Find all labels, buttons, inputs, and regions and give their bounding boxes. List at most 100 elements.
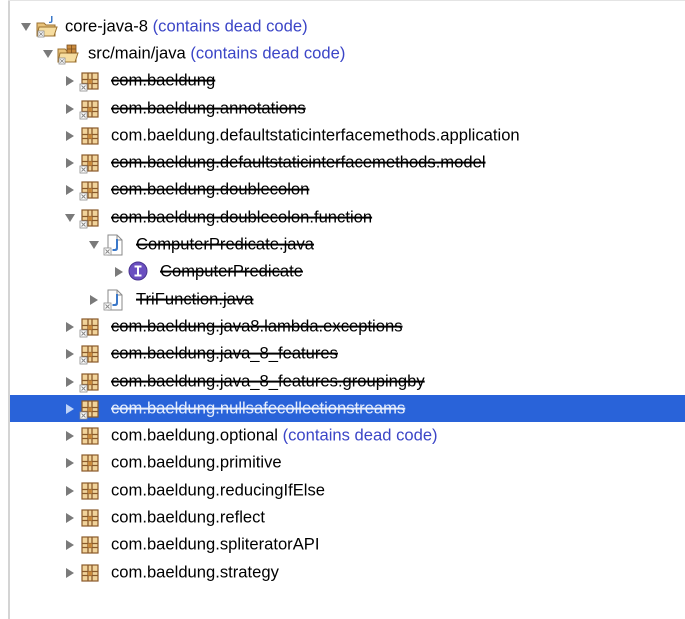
tree-row-source-folder[interactable]: src/main/java (contains dead code) [10, 40, 685, 67]
tree-item-name: com.baeldung.java8.lambda.exceptions [111, 316, 403, 336]
tree-item-label: com.baeldung.java_8_features.groupingby [111, 371, 425, 391]
chevron-right-icon[interactable] [63, 320, 77, 334]
tree-item-name: com.baeldung.java_8_features [111, 343, 338, 363]
tree-row[interactable]: com.baeldung [10, 68, 685, 95]
chevron-right-icon[interactable] [63, 402, 77, 416]
project-icon [35, 15, 59, 39]
chevron-right-icon[interactable] [63, 129, 77, 143]
chevron-right-icon[interactable] [63, 566, 77, 580]
package-icon [78, 424, 102, 448]
tree-item-name: ComputerPredicate [160, 261, 303, 281]
package-icon [78, 151, 102, 175]
source-folder-icon [56, 42, 80, 66]
package-icon [78, 370, 102, 394]
tree-item-name: com.baeldung.reducingIfElse [111, 480, 326, 500]
tree-item-label: com.baeldung.defaultstaticinterfacemetho… [111, 153, 486, 173]
tree-item-label: com.baeldung.primitive [111, 453, 282, 473]
tree-item-name: com.baeldung.spliteratorAPI [111, 534, 320, 554]
tree-item-label: ComputerPredicate [160, 262, 303, 282]
chevron-right-icon[interactable] [63, 74, 77, 88]
dead-code-badge: (contains dead code) [282, 425, 438, 445]
tree-row[interactable]: com.baeldung.strategy [10, 559, 685, 586]
package-icon [78, 206, 102, 230]
tree-row[interactable]: com.baeldung.reducingIfElse [10, 477, 685, 504]
tree-item-name: ComputerPredicate.java [136, 234, 315, 254]
tree-row[interactable]: com.baeldung.primitive [10, 450, 685, 477]
tree-row-project[interactable]: core-java-8 (contains dead code) [10, 13, 685, 40]
tree-item-name: com.baeldung.java_8_features.groupingby [111, 371, 425, 391]
chevron-right-icon[interactable] [63, 102, 77, 116]
tree-item-label: com.baeldung.reducingIfElse [111, 480, 325, 500]
tree-item-name: com.baeldung [111, 70, 216, 90]
chevron-right-icon[interactable] [112, 265, 126, 279]
chevron-down-icon[interactable] [41, 47, 55, 61]
package-icon [78, 561, 102, 585]
tree-item-name: com.baeldung.doublecolon.function [111, 207, 373, 227]
project-dead-code-badge: (contains dead code) [152, 16, 308, 36]
interface-icon [126, 260, 150, 284]
tree-row[interactable]: com.baeldung.reflect [10, 504, 685, 531]
package-icon [78, 178, 102, 202]
tree-row[interactable]: com.baeldung.spliteratorAPI [10, 532, 685, 559]
tree-row[interactable]: com.baeldung.java_8_features.groupingby [10, 368, 685, 395]
tree-item-name: com.baeldung.defaultstaticinterfacemetho… [111, 152, 486, 172]
chevron-right-icon[interactable] [63, 538, 77, 552]
package-icon [78, 506, 102, 530]
chevron-right-icon[interactable] [63, 429, 77, 443]
tree-row[interactable]: com.baeldung.annotations [10, 95, 685, 122]
chevron-right-icon[interactable] [63, 511, 77, 525]
package-icon [78, 315, 102, 339]
chevron-down-icon[interactable] [19, 20, 33, 34]
tree-item-label: com.baeldung.doublecolon [111, 180, 309, 200]
tree-row-selected[interactable]: com.baeldung.nullsafecollectionstreams [10, 395, 685, 423]
tree-row[interactable]: TriFunction.java [10, 286, 685, 313]
tree-item-name: com.baeldung.nullsafecollectionstreams [111, 398, 406, 418]
tree-item-name: com.baeldung.strategy [111, 562, 279, 582]
package-icon [78, 397, 102, 421]
tree-item-label: com.baeldung.defaultstaticinterfacemetho… [111, 125, 520, 145]
tree-row[interactable]: com.baeldung.java8.lambda.exceptions [10, 313, 685, 340]
tree-item-label: com.baeldung [111, 71, 215, 91]
chevron-right-icon[interactable] [63, 456, 77, 470]
tree-item-label: com.baeldung.java8.lambda.exceptions [111, 317, 403, 337]
tree-row[interactable]: com.baeldung.optional (contains dead cod… [10, 422, 685, 449]
tree-row[interactable]: com.baeldung.defaultstaticinterfacemetho… [10, 149, 685, 176]
tree-row[interactable]: com.baeldung.defaultstaticinterfacemetho… [10, 122, 685, 149]
chevron-right-icon[interactable] [87, 293, 101, 307]
tree-item-label: com.baeldung.java_8_features [111, 344, 338, 364]
package-icon [78, 342, 102, 366]
tree-item-name: com.baeldung.reflect [111, 507, 266, 527]
package-icon [78, 97, 102, 121]
source-folder-name: src/main/java [88, 43, 186, 63]
chevron-right-icon[interactable] [63, 375, 77, 389]
tree-row[interactable]: com.baeldung.doublecolon.function [10, 204, 685, 231]
tree-item-label: com.baeldung.doublecolon.function [111, 207, 372, 227]
chevron-right-icon[interactable] [63, 183, 77, 197]
source-folder-dead-code-badge: (contains dead code) [190, 43, 346, 63]
java-file-icon [102, 233, 126, 257]
package-list: com.baeldung com.baeldung.annotations com.… [10, 68, 685, 587]
tree-item-label: ComputerPredicate.java [136, 235, 314, 255]
package-icon [78, 69, 102, 93]
tree-item-label: com.baeldung.reflect [111, 508, 265, 528]
tree-row[interactable]: ComputerPredicate [10, 259, 685, 286]
tree-item-name: TriFunction.java [136, 289, 254, 309]
tree-item-label: com.baeldung.annotations [111, 98, 306, 118]
tree-item-label: com.baeldung.optional (contains dead cod… [111, 426, 438, 446]
chevron-down-icon[interactable] [87, 238, 101, 252]
chevron-right-icon[interactable] [63, 484, 77, 498]
tree-row[interactable]: com.baeldung.java_8_features [10, 341, 685, 368]
chevron-right-icon[interactable] [63, 347, 77, 361]
tree-item-name: com.baeldung.optional [111, 425, 278, 445]
tree-item-name: com.baeldung.doublecolon [111, 180, 310, 200]
tree-row[interactable]: ComputerPredicate.java [10, 231, 685, 258]
panel-top-border [8, 0, 685, 1]
chevron-down-icon[interactable] [63, 211, 77, 225]
tree-row[interactable]: com.baeldung.doublecolon [10, 177, 685, 204]
tree-item-label: TriFunction.java [136, 289, 253, 309]
project-name: core-java-8 [65, 16, 149, 36]
chevron-right-icon[interactable] [63, 156, 77, 170]
tree-item-name: com.baeldung.defaultstaticinterfacemetho… [111, 125, 520, 145]
tree-item-label: com.baeldung.strategy [111, 562, 279, 582]
tree-item-label: com.baeldung.spliteratorAPI [111, 535, 319, 555]
